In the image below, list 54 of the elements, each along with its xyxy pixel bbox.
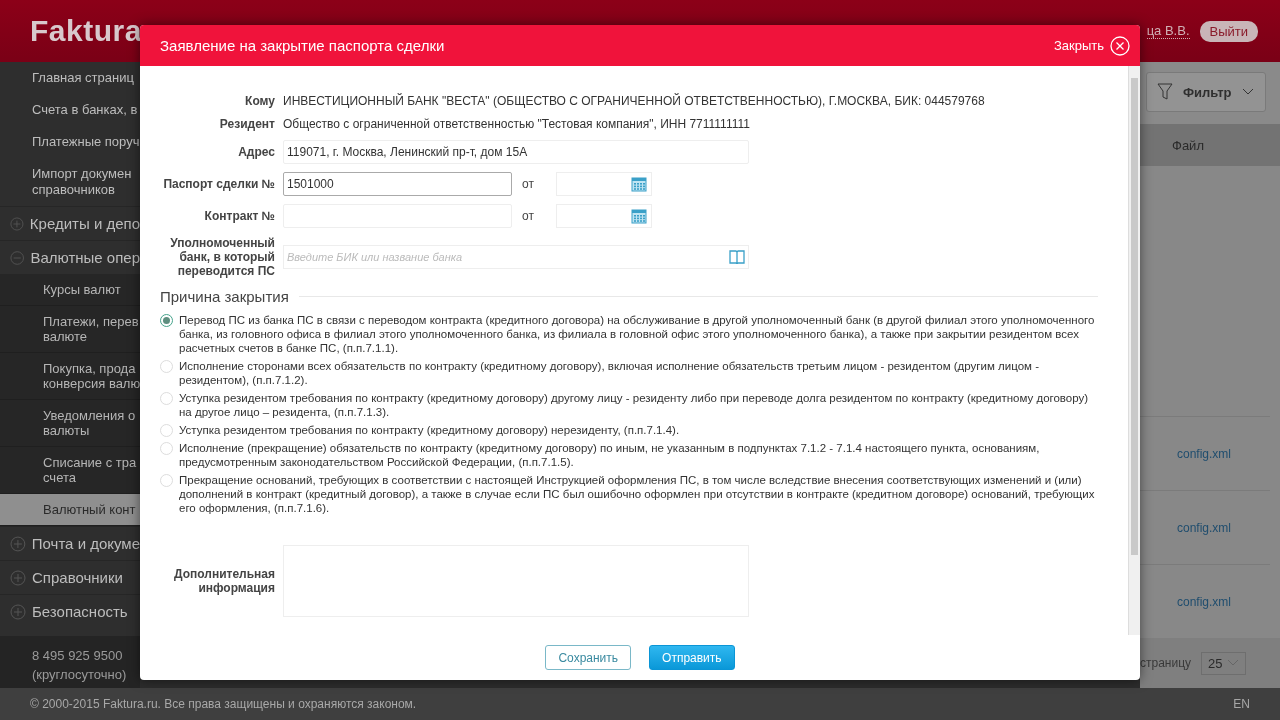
sidebar-item[interactable]: Главная страниц bbox=[0, 62, 140, 94]
collapse-icon[interactable] bbox=[10, 249, 25, 266]
date-field[interactable] bbox=[555, 172, 652, 196]
option-label: Прекращение оснований, требующих в соответствии с настоящей Инструкцией оформления ПС, в том числе вследствие внесения соответствующих изменений и (или) дополнений в контракт (кредитный договор), а также в случае если ПС был ошибочно оформлен при отсутствии в контракте (кредитном договоре) оснований, требующих его оформления, (п.п.7.1.6). bbox=[179, 473, 1096, 515]
option-label: Уступка резидентом требования по контракту (кредитному договору) нерезиденту, (п.п.7.1.4). bbox=[179, 423, 680, 437]
field-label: Дополнительная информация bbox=[172, 567, 275, 595]
option-label: Исполнение (прекращение) обязательств по контракту (кредитному договору) по иным, не указанным в подпунктах 7.1.2 - 7.1.4 настоящего пункта, основаниям, предусмотренным законодательством Российской Федерации, (п.п.7.1.5). bbox=[179, 441, 1041, 469]
chevron-icon bbox=[1226, 659, 1239, 667]
save-button[interactable]: Сохранить bbox=[545, 645, 632, 670]
book-icon[interactable] bbox=[729, 250, 745, 264]
sidebar-item[interactable]: Счета в банках, в bbox=[0, 94, 140, 126]
expand-icon[interactable] bbox=[10, 603, 26, 620]
address-field[interactable]: 119071, г. Москва, Ленинский пр-т, дом 15А bbox=[283, 140, 749, 164]
field-label: Кому bbox=[244, 94, 275, 108]
per-page-label: страницу bbox=[1140, 656, 1192, 670]
close-icon bbox=[1110, 35, 1130, 56]
phone-number: 8 495 925 9500 bbox=[32, 648, 124, 663]
filter-icon bbox=[1157, 83, 1173, 101]
calendar-icon[interactable] bbox=[630, 208, 647, 224]
option-label: Уступка резидентом требования по контракту (кредитному договору) другому лицу - резиденту либо при переводе долга резидентом по контракту (кредитному договору) на другое лицо – резидента, (п.п.7.1.3). bbox=[179, 391, 1090, 419]
option-label: Исполнение сторонами всех обязательств по контракту (кредитному договору), включая исполнение обязательств третьим лицом - резидентом (другим лицом - резидентом), (п.п.7.1.2). bbox=[179, 359, 1040, 387]
expand-icon[interactable] bbox=[10, 215, 24, 232]
copyright: © 2000-2015 Faktura.ru. Все права защищены и охраняются законом. bbox=[30, 697, 417, 711]
number-field[interactable]: 1501000 bbox=[283, 172, 512, 196]
field-value: ИНВЕСТИЦИОННЫЙ БАНК "ВЕСТА" (ОБЩЕСТВО С ОГРАНИЧЕННОЙ ОТВЕТСТВЕННОСТЬЮ), Г.МОСКВА, БИК: 044579768 bbox=[283, 94, 986, 108]
expand-icon[interactable] bbox=[10, 535, 26, 552]
calendar-icon[interactable] bbox=[630, 176, 647, 192]
phone-note: (круглосуточно) bbox=[32, 667, 128, 682]
logo[interactable]: Faktura bbox=[30, 14, 142, 48]
date-label: от bbox=[522, 177, 534, 191]
field-label: Паспорт сделки № bbox=[162, 177, 275, 191]
date-field[interactable] bbox=[555, 204, 652, 228]
expand-icon[interactable] bbox=[10, 569, 26, 586]
field-label: Резидент bbox=[218, 117, 275, 131]
option-label: Перевод ПС из банка ПС в связи с переводом контракта (кредитного договора) на обслуживание в другой уполномоченный банк (в другой филиал этого уполномоченного банка, из головного офиса в филиал этого уполномоченного банка, из филиала в головной офис этого уполномоченного банка), а также при закрытии резидентом всех расчетных счетов в банке ПС, (п.п.7.1.1). bbox=[179, 313, 1096, 355]
field-value: Общество с ограниченной ответственностью "Тестовая компания", ИНН 7711111111 bbox=[283, 117, 751, 131]
logout-button[interactable]: Выйти bbox=[1199, 20, 1258, 42]
date-label: от bbox=[522, 209, 534, 223]
chevron-icon bbox=[1241, 88, 1254, 96]
scrollbar[interactable] bbox=[1128, 66, 1140, 635]
sidebar-item[interactable]: Импорт докумен справочников bbox=[0, 158, 140, 206]
field-label: Уполномоченный банк, в который переводится ПС bbox=[169, 236, 275, 278]
per-page-select[interactable]: 25 bbox=[1201, 651, 1246, 675]
language-link[interactable]: EN bbox=[1233, 697, 1250, 711]
filter-button[interactable]: Фильтр bbox=[1146, 72, 1266, 112]
dialog-title: Заявление на закрытие паспорта сделки bbox=[160, 37, 445, 54]
field-label: Адрес bbox=[237, 145, 275, 159]
close-button[interactable]: Закрыть bbox=[1053, 35, 1130, 56]
section-title: Причина закрытия bbox=[160, 288, 289, 305]
field-label: Контракт № bbox=[203, 209, 275, 223]
sidebar-item[interactable]: Платежные поруч bbox=[0, 126, 140, 158]
sidebar-subitem[interactable]: Валютный конт bbox=[0, 494, 140, 526]
bank-field[interactable]: Введите БИК или название банка bbox=[283, 245, 749, 269]
user-name[interactable]: ца В.В. bbox=[1146, 23, 1190, 39]
